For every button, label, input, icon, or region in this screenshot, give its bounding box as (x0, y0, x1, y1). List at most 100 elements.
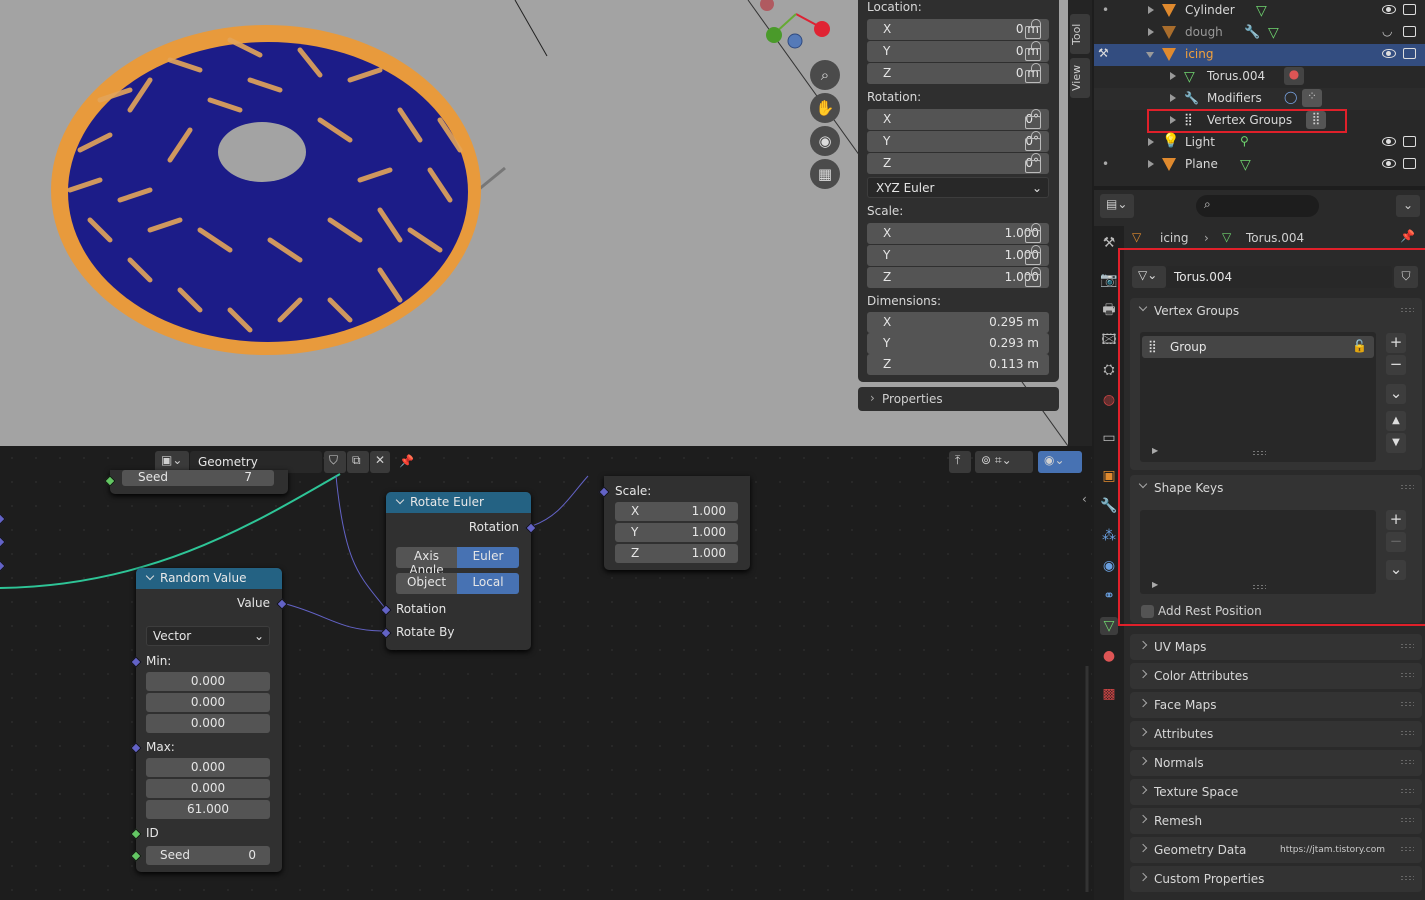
panel-attributes[interactable]: Attributes (1130, 721, 1422, 747)
panel-face-maps[interactable]: Face Maps (1130, 692, 1422, 718)
random-value-node[interactable]: Random Value Value Vector ⌄ Min: 0.000 0.… (130, 568, 288, 872)
panel-custom-properties[interactable]: Custom Properties (1130, 866, 1422, 892)
lock-icon[interactable] (1025, 109, 1041, 129)
chevron-left-icon[interactable]: ‹ (1082, 492, 1087, 506)
camera-render-icon[interactable] (1403, 26, 1416, 37)
min-z-field[interactable]: 0.000 (146, 714, 270, 733)
data-type-dropdown[interactable]: Vector ⌄ (146, 626, 270, 646)
lock-icon[interactable] (1025, 19, 1041, 39)
parent-node-icon[interactable]: ⤒ (949, 451, 971, 473)
render-icon[interactable]: 📷 (1100, 271, 1118, 289)
eye-icon[interactable] (1382, 137, 1396, 146)
location-y-field[interactable]: Y0 m (867, 41, 1049, 62)
scale-y-field[interactable]: Y 1.000 (867, 245, 1049, 266)
panel-uv-maps[interactable]: UV Maps (1130, 634, 1422, 660)
camera-render-icon[interactable] (1403, 4, 1416, 15)
collection-icon[interactable]: ▭ (1100, 429, 1118, 447)
euler-button[interactable]: Euler (457, 547, 519, 568)
outliner-row-modifiers[interactable]: 🔧 Modifiers ◯ ⁘ (1094, 88, 1425, 110)
scale-z-field[interactable]: Z 1.000 (615, 544, 738, 563)
outliner-row-cylinder[interactable]: • Cylinder ▽ (1094, 0, 1425, 22)
dimension-y-field[interactable]: Y 0.293 m (867, 333, 1049, 354)
snap-icon[interactable]: ⊚ ⌗⌄ (975, 451, 1033, 473)
pin-icon[interactable]: 📌 (1400, 229, 1415, 243)
rotation-mode-dropdown[interactable]: XYZ Euler ⌄ (867, 177, 1049, 198)
output-icon[interactable]: 🖶 (1100, 301, 1118, 319)
lock-icon[interactable] (1025, 153, 1041, 173)
scale-x-field[interactable]: X 1.000 (867, 223, 1049, 244)
eye-icon[interactable] (1382, 49, 1396, 58)
scene-icon[interactable]: ⛭ (1100, 361, 1118, 379)
axis-angle-button[interactable]: Axis Angle (396, 547, 457, 577)
tab-tool[interactable]: Tool (1070, 14, 1090, 54)
camera-icon[interactable]: ◉ (810, 126, 840, 156)
panel-color-attributes[interactable]: Color Attributes (1130, 663, 1422, 689)
lock-icon[interactable] (1025, 131, 1041, 151)
lock-icon[interactable] (1025, 245, 1041, 265)
scale-node-fragment[interactable]: Scale: X 1.000 Y 1.000 Z 1.000 (598, 476, 750, 570)
view-layer-icon[interactable]: 🖾 (1100, 331, 1118, 349)
max-z-field[interactable]: 61.000 (146, 800, 270, 819)
modifier-wrench-icon[interactable]: 🔧 (1100, 497, 1118, 515)
fake-user-shield-icon[interactable]: ⛉ (324, 451, 346, 473)
outliner-row-icing[interactable]: ⚒ icing (1094, 44, 1425, 66)
zoom-icon[interactable]: ⌕ (810, 60, 840, 90)
physics-icon[interactable]: ◉ (1100, 557, 1118, 575)
outliner-row-torus-mesh[interactable]: ▽ Torus.004 ● (1094, 66, 1425, 88)
rotation-y-field[interactable]: Y 0° (867, 131, 1049, 152)
dimension-x-field[interactable]: X 0.295 m (867, 312, 1049, 333)
local-button[interactable]: Local (457, 573, 519, 594)
scale-z-field[interactable]: Z 1.000 (867, 267, 1049, 288)
duplicate-icon[interactable]: ⧉ (347, 451, 369, 473)
3d-viewport[interactable]: ⌕ ✋ ◉ ▦ Location: X0 m Y0 m Z0 m Rotatio… (0, 0, 1068, 446)
particles-icon[interactable]: ⁂ (1100, 527, 1118, 545)
scale-y-field[interactable]: Y 1.000 (615, 523, 738, 542)
location-z-field[interactable]: Z0 m (867, 63, 1049, 84)
options-chevron-icon[interactable]: ⌄ (1396, 195, 1420, 217)
mesh-data-icon[interactable]: ▽ (1100, 617, 1118, 635)
outliner[interactable]: • Cylinder ▽ dough 🔧 ▽ ◡ ⚒ icing ▽ Torus… (1094, 0, 1425, 186)
close-icon[interactable]: ✕ (370, 451, 390, 473)
outliner-row-plane[interactable]: • Plane ▽ (1094, 154, 1425, 176)
seed-field[interactable]: Seed 7 (122, 470, 274, 486)
hand-pan-icon[interactable]: ✋ (810, 93, 840, 123)
texture-icon[interactable]: ▩ (1100, 685, 1118, 703)
lock-icon[interactable] (1025, 223, 1041, 243)
rotate-euler-node[interactable]: Rotate Euler Rotation Axis Angle Euler O… (380, 492, 537, 650)
overlay-icon[interactable]: ◉⌄ (1038, 451, 1082, 473)
object-icon[interactable]: ▣ (1100, 467, 1118, 485)
material-icon[interactable]: ● (1100, 647, 1118, 665)
panel-texture-space[interactable]: Texture Space (1130, 779, 1422, 805)
outliner-row-light[interactable]: 💡 Light ⚲ (1094, 132, 1425, 154)
tool-icon[interactable]: ⚒ (1100, 234, 1118, 252)
pin-icon[interactable]: 📌 (399, 454, 414, 468)
outliner-row-dough[interactable]: dough 🔧 ▽ ◡ (1094, 22, 1425, 44)
camera-render-icon[interactable] (1403, 136, 1416, 147)
panel-normals[interactable]: Normals (1130, 750, 1422, 776)
rotation-z-field[interactable]: Z 0° (867, 153, 1049, 174)
constraints-icon[interactable]: ⚭ (1100, 587, 1118, 605)
lock-icon[interactable] (1025, 63, 1041, 83)
dimension-z-field[interactable]: Z 0.113 m (867, 354, 1049, 375)
min-y-field[interactable]: 0.000 (146, 693, 270, 712)
max-x-field[interactable]: 0.000 (146, 758, 270, 777)
node-header[interactable]: Random Value (136, 568, 282, 589)
node-header[interactable]: Rotate Euler (386, 492, 531, 513)
properties-subpanel-header[interactable]: › Properties (858, 387, 1059, 411)
tab-view[interactable]: View (1070, 58, 1090, 98)
grid-perspective-icon[interactable]: ▦ (810, 159, 840, 189)
eye-icon[interactable] (1382, 159, 1396, 168)
location-x-field[interactable]: X0 m (867, 19, 1049, 40)
min-x-field[interactable]: 0.000 (146, 672, 270, 691)
editor-type-button[interactable]: ▤⌄ (1100, 194, 1134, 218)
search-input[interactable]: ⌕ (1196, 195, 1319, 217)
properties-editor[interactable]: ▤⌄ ⌕ ⌄ ⚒ 📷 🖶 🖾 ⛭ ◍ ▭ ▣ 🔧 ⁂ ◉ ⚭ ▽ ● ▩ ▽ i… (1094, 190, 1425, 900)
seed-field[interactable]: Seed 0 (146, 846, 270, 865)
lock-icon[interactable] (1025, 267, 1041, 287)
eye-closed-icon[interactable]: ◡ (1382, 24, 1392, 38)
panel-geometry-data[interactable]: Geometry Data https://jtam.tistory.com (1130, 837, 1422, 863)
camera-render-icon[interactable] (1403, 48, 1416, 59)
node-editor[interactable]: ▣⌄ Geometry Nodes.001 ⛉ ⧉ ✕ 📌 ⤒ ⊚ ⌗⌄ ◉⌄ … (0, 446, 1092, 900)
scale-x-field[interactable]: X 1.000 (615, 502, 738, 521)
world-icon[interactable]: ◍ (1100, 391, 1118, 409)
